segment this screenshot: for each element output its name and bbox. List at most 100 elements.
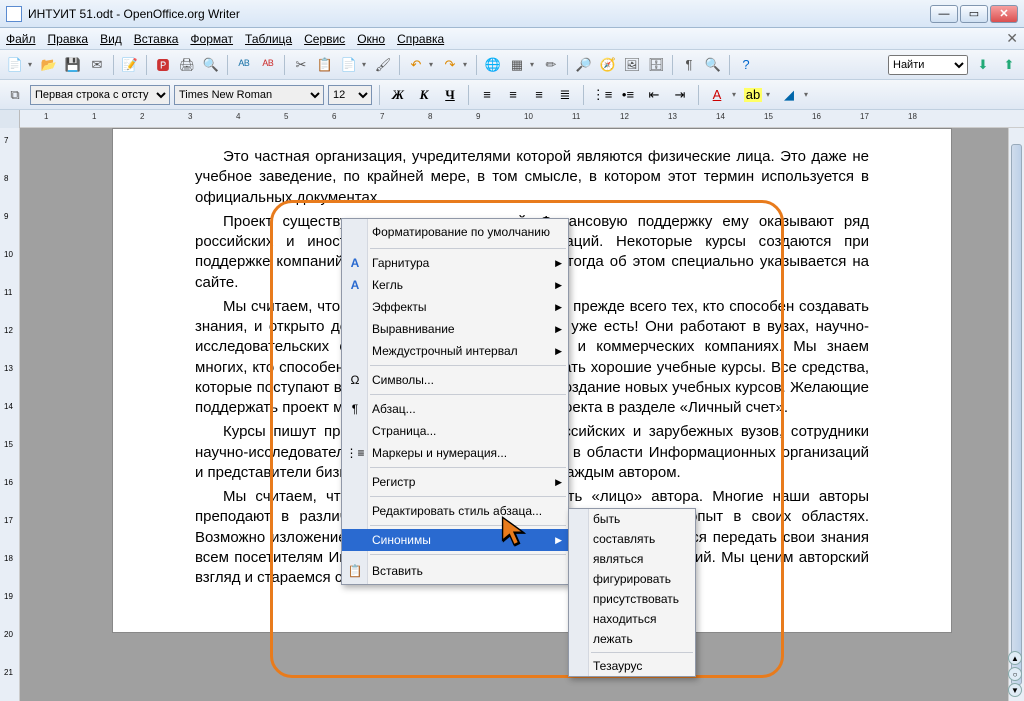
ctx-edit-style[interactable]: Редактировать стиль абзаца...: [342, 500, 568, 522]
redo-icon[interactable]: ↷: [439, 54, 461, 76]
synonym-option[interactable]: лежать: [569, 629, 695, 649]
navigator-icon[interactable]: 🧭: [597, 54, 619, 76]
new-doc-icon[interactable]: 📄: [4, 54, 26, 76]
align-left-button[interactable]: ≡: [476, 84, 498, 106]
menu-tools[interactable]: Сервис: [304, 32, 345, 46]
synonym-option[interactable]: фигурировать: [569, 569, 695, 589]
hyperlink-icon[interactable]: 🌐: [482, 54, 504, 76]
preview-icon[interactable]: 🔍: [200, 54, 222, 76]
numbering-button[interactable]: ⋮≡: [591, 84, 613, 106]
ctx-line-spacing[interactable]: Междустрочный интервал▶: [342, 340, 568, 362]
nav-down-icon[interactable]: ▼: [1008, 683, 1022, 697]
ctx-alignment[interactable]: Выравнивание▶: [342, 318, 568, 340]
align-center-button[interactable]: ≡: [502, 84, 524, 106]
vertical-scrollbar[interactable]: ▲ ○ ▼: [1008, 128, 1024, 701]
increase-indent-button[interactable]: ⇥: [669, 84, 691, 106]
drawing-icon[interactable]: ✏: [540, 54, 562, 76]
menu-edit[interactable]: Правка: [48, 32, 89, 46]
paragraph[interactable]: Это частная организация, учредителями ко…: [195, 147, 869, 208]
open-icon[interactable]: 📂: [38, 54, 60, 76]
align-justify-button[interactable]: ≣: [554, 84, 576, 106]
ruler-tick: 9: [476, 112, 480, 121]
table-icon[interactable]: ▦: [506, 54, 528, 76]
paste-icon[interactable]: 📄: [338, 54, 360, 76]
zoom-icon[interactable]: 🔍: [702, 54, 724, 76]
ctx-case[interactable]: Регистр▶: [342, 471, 568, 493]
ruler-tick: 17: [860, 112, 869, 121]
save-icon[interactable]: 💾: [62, 54, 84, 76]
menu-file[interactable]: Файл: [6, 32, 36, 46]
nav-object-icon[interactable]: ○: [1008, 667, 1022, 681]
close-doc-button[interactable]: ✕: [1006, 30, 1018, 47]
nonprint-icon[interactable]: ¶: [678, 54, 700, 76]
bold-button[interactable]: Ж: [387, 84, 409, 106]
help-icon[interactable]: ?: [735, 54, 757, 76]
format-paint-icon[interactable]: 🖌: [372, 54, 394, 76]
maximize-button[interactable]: ▭: [960, 5, 988, 23]
undo-icon[interactable]: ↶: [405, 54, 427, 76]
menu-insert[interactable]: Вставка: [134, 32, 179, 46]
ruler-tick: 1: [44, 112, 48, 121]
ctx-symbols[interactable]: ΩСимволы...: [342, 369, 568, 391]
nav-up-icon[interactable]: ▲: [1008, 651, 1022, 665]
datasource-icon[interactable]: 🗄: [645, 54, 667, 76]
highlight-color-button[interactable]: ab: [744, 88, 762, 102]
ctx-font[interactable]: AГарнитура▶: [342, 252, 568, 274]
print-icon[interactable]: 🖨: [176, 54, 198, 76]
autospell-icon[interactable]: ᴬᴮ: [257, 54, 279, 76]
ruler-tick: 11: [572, 112, 580, 121]
menu-help[interactable]: Справка: [397, 32, 444, 46]
synonym-option[interactable]: являться: [569, 549, 695, 569]
gallery-icon[interactable]: 🖼: [621, 54, 643, 76]
ctx-page[interactable]: Страница...: [342, 420, 568, 442]
ruler-tick: 13: [668, 112, 677, 121]
ruler-vtick: 21: [4, 668, 13, 677]
find-input[interactable]: Найти: [888, 55, 968, 75]
ruler-vtick: 8: [4, 174, 8, 183]
synonym-option[interactable]: находиться: [569, 609, 695, 629]
find-prev-icon[interactable]: ⬆: [998, 54, 1020, 76]
ctx-effects[interactable]: Эффекты▶: [342, 296, 568, 318]
copy-icon[interactable]: 📋: [314, 54, 336, 76]
menu-table[interactable]: Таблица: [245, 32, 292, 46]
font-color-button[interactable]: A: [706, 84, 728, 106]
ctx-size[interactable]: AКегль▶: [342, 274, 568, 296]
thesaurus-option[interactable]: Тезаурус: [569, 656, 695, 676]
ctx-paragraph[interactable]: ¶Абзац...: [342, 398, 568, 420]
italic-button[interactable]: К: [413, 84, 435, 106]
decrease-indent-button[interactable]: ⇤: [643, 84, 665, 106]
font-name-select[interactable]: Times New Roman: [174, 85, 324, 105]
spellcheck-icon[interactable]: ᴬᴮ: [233, 54, 255, 76]
vertical-ruler[interactable]: 78910111213141516171819202122: [0, 128, 20, 701]
ctx-default-formatting[interactable]: Форматирование по умолчанию: [342, 219, 568, 245]
ctx-bullets[interactable]: ⋮≡Маркеры и нумерация...: [342, 442, 568, 464]
align-right-button[interactable]: ≡: [528, 84, 550, 106]
font-size-select[interactable]: 12: [328, 85, 372, 105]
synonym-option[interactable]: присутствовать: [569, 589, 695, 609]
ruler-tick: 5: [284, 112, 288, 121]
close-button[interactable]: ✕: [990, 5, 1018, 23]
find-icon[interactable]: 🔎: [573, 54, 595, 76]
menu-format[interactable]: Формат: [190, 32, 233, 46]
format-toolbar: ⧉ Первая строка с отсту Times New Roman …: [0, 80, 1024, 110]
ctx-paste[interactable]: 📋Вставить: [342, 558, 568, 584]
pdf-icon[interactable]: 🅿: [152, 54, 174, 76]
horizontal-ruler[interactable]: 1123456789101112131415161718: [0, 110, 1024, 128]
scrollbar-thumb[interactable]: [1011, 144, 1022, 685]
bg-color-button[interactable]: ◢: [778, 84, 800, 106]
find-next-icon[interactable]: ⬇: [972, 54, 994, 76]
cut-icon[interactable]: ✂: [290, 54, 312, 76]
edit-mode-icon[interactable]: 📝: [119, 54, 141, 76]
ruler-vtick: 14: [4, 402, 13, 411]
synonym-option[interactable]: составлять: [569, 529, 695, 549]
menu-window[interactable]: Окно: [357, 32, 385, 46]
ctx-synonyms[interactable]: Синонимы▶: [342, 529, 568, 551]
underline-button[interactable]: Ч: [439, 84, 461, 106]
styles-icon[interactable]: ⧉: [4, 84, 26, 106]
synonym-option[interactable]: быть: [569, 509, 695, 529]
bullets-button[interactable]: •≡: [617, 84, 639, 106]
paragraph-style-select[interactable]: Первая строка с отсту: [30, 85, 170, 105]
menu-view[interactable]: Вид: [100, 32, 122, 46]
email-icon[interactable]: ✉: [86, 54, 108, 76]
minimize-button[interactable]: —: [930, 5, 958, 23]
